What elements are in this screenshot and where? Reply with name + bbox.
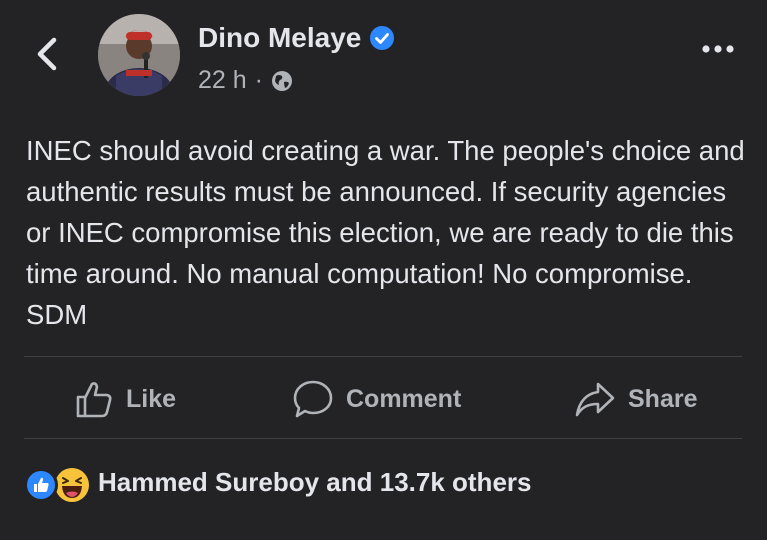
chevron-left-icon	[37, 37, 57, 71]
share-button[interactable]: Share	[574, 377, 697, 421]
post-meta: 22 h ·	[198, 66, 293, 95]
post-timestamp[interactable]: 22 h	[198, 66, 247, 95]
comment-button[interactable]: Comment	[292, 377, 461, 421]
like-button[interactable]: Like	[74, 377, 176, 421]
post-action-bar: Like Comment Share	[0, 360, 767, 438]
like-label: Like	[126, 384, 177, 413]
meta-separator: ·	[254, 66, 263, 94]
reactions-summary[interactable]: Hammed Sureboy and 13.7k others	[24, 463, 532, 505]
author-row: Dino Melaye	[198, 22, 395, 54]
more-horizontal-icon	[702, 45, 734, 53]
share-arrow-icon	[575, 382, 615, 417]
comment-bubble-icon	[293, 380, 333, 418]
author-name[interactable]: Dino Melaye	[198, 22, 361, 54]
thumbs-up-icon	[76, 382, 112, 418]
share-label: Share	[628, 384, 698, 413]
profile-photo	[98, 14, 180, 96]
haha-reaction-icon	[52, 465, 92, 505]
like-reaction-icon	[24, 468, 58, 502]
post-body-text: INEC should avoid creating a war. The pe…	[26, 135, 745, 330]
divider-bottom	[24, 438, 742, 439]
avatar[interactable]	[98, 14, 180, 96]
reaction-icons	[24, 463, 94, 505]
globe-icon	[272, 70, 292, 91]
reactions-summary-text: Hammed Sureboy and 13.7k others	[98, 466, 532, 497]
comment-label: Comment	[346, 384, 462, 413]
back-button[interactable]	[30, 34, 66, 74]
divider-top	[24, 356, 742, 357]
more-options-button[interactable]	[696, 34, 740, 64]
verified-badge-icon	[370, 26, 395, 50]
post-header: Dino Melaye 22 h ·	[0, 0, 767, 110]
